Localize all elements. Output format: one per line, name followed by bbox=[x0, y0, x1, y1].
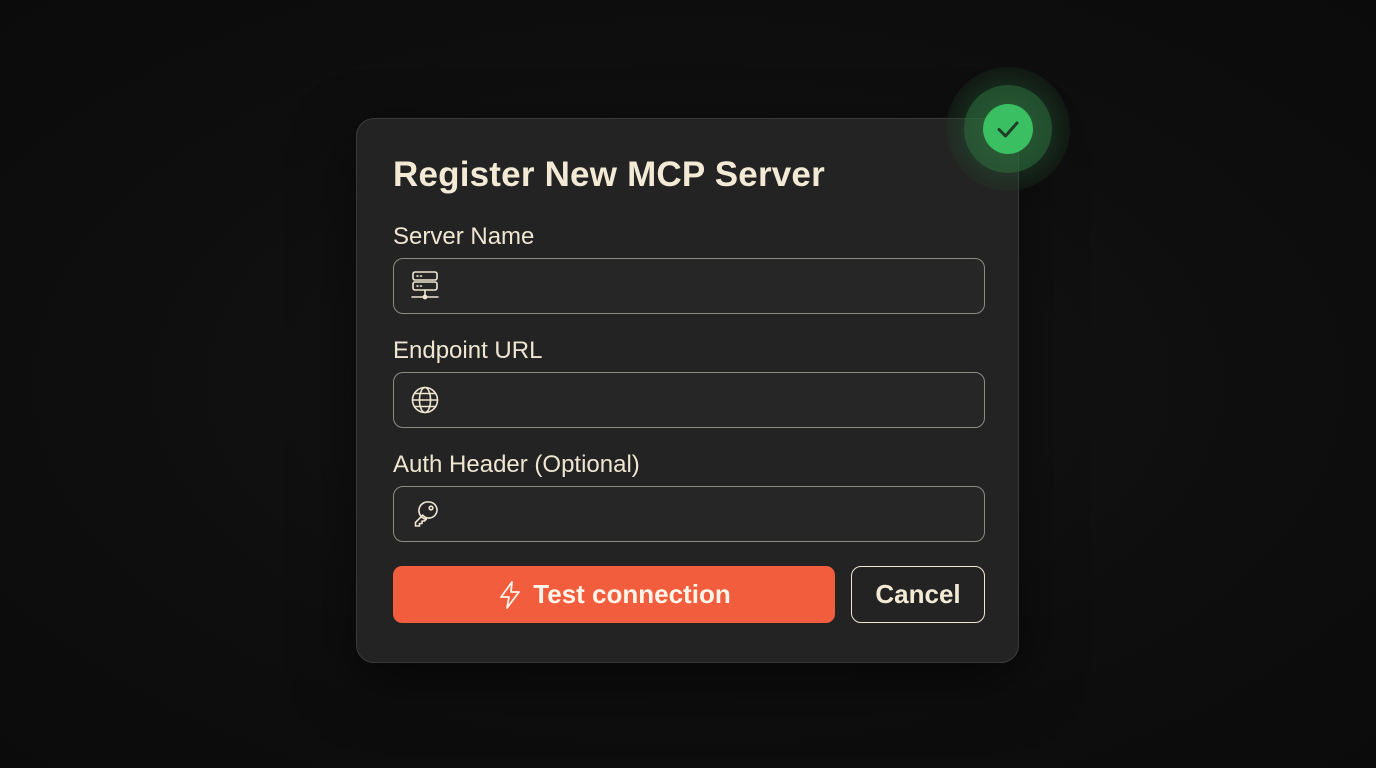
success-badge-ring bbox=[964, 85, 1052, 173]
dialog-title: Register New MCP Server bbox=[393, 155, 825, 194]
register-server-dialog: Register New MCP Server Server Name Endp… bbox=[356, 118, 1019, 663]
server-name-input[interactable] bbox=[441, 259, 984, 313]
endpoint-url-input[interactable] bbox=[441, 373, 984, 427]
checkmark-icon bbox=[994, 115, 1022, 143]
test-connection-label: Test connection bbox=[533, 579, 731, 609]
lightning-bolt-icon bbox=[497, 580, 523, 610]
server-icon bbox=[409, 270, 441, 302]
test-connection-button[interactable]: Test connection bbox=[393, 566, 835, 623]
auth-header-field[interactable] bbox=[393, 486, 985, 542]
page-background: Register New MCP Server Server Name Endp… bbox=[0, 0, 1376, 768]
auth-header-label: Auth Header (Optional) bbox=[393, 451, 640, 478]
auth-header-input[interactable] bbox=[441, 487, 984, 541]
endpoint-url-label: Endpoint URL bbox=[393, 337, 543, 364]
success-badge-glow bbox=[946, 67, 1070, 191]
key-icon bbox=[409, 498, 441, 530]
globe-icon bbox=[409, 384, 441, 416]
server-name-label: Server Name bbox=[393, 223, 535, 250]
cancel-button[interactable]: Cancel bbox=[851, 566, 985, 623]
server-name-field[interactable] bbox=[393, 258, 985, 314]
endpoint-url-field[interactable] bbox=[393, 372, 985, 428]
status-badge bbox=[983, 104, 1033, 154]
